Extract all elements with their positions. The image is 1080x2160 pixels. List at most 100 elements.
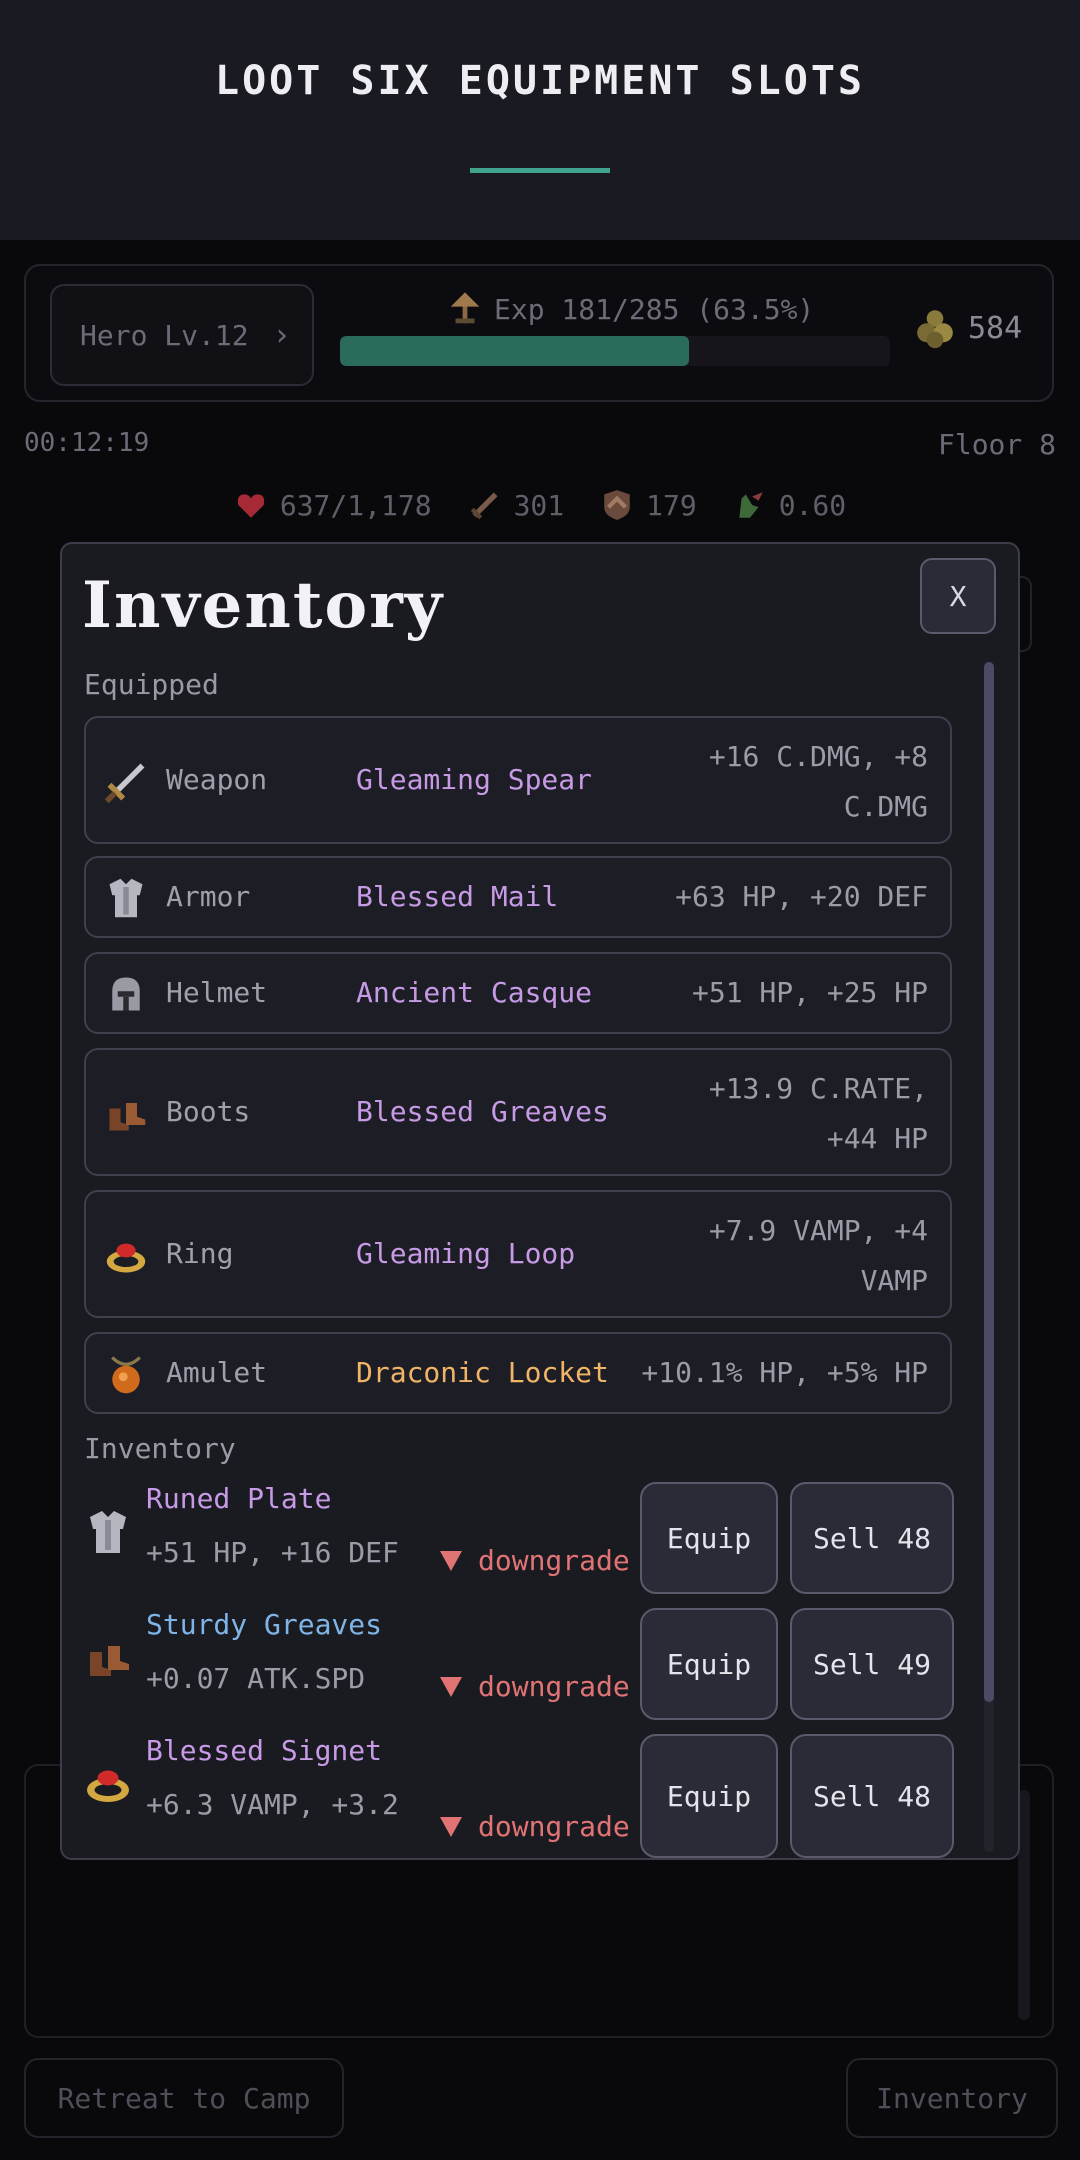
- hero-stats-row: 637/1,178 301 179 0.60: [0, 488, 1080, 522]
- level-up-icon: [450, 292, 480, 324]
- sell-button[interactable]: Sell 48: [790, 1482, 954, 1594]
- modal-title: Inventory: [82, 568, 445, 643]
- equipped-slot-helmet[interactable]: Helmet Ancient Casque +51 HP, +25 HP: [84, 952, 952, 1034]
- item-stats-line: C.DMG: [843, 790, 928, 823]
- helmet-icon: [112, 977, 140, 1011]
- title-bar: LOOT SIX EQUIPMENT SLOTS: [0, 0, 1080, 240]
- hp-stat: 637/1,178: [234, 488, 432, 522]
- ring-icon: [87, 1770, 129, 1802]
- defense-value: 179: [646, 488, 697, 522]
- attack-value: 301: [513, 488, 565, 522]
- slot-label: Helmet: [166, 976, 268, 1009]
- equipped-slot-armor[interactable]: Armor Blessed Mail +63 HP, +20 DEF: [84, 856, 952, 938]
- item-name: Gleaming Spear: [356, 763, 593, 796]
- equip-button[interactable]: Equip: [640, 1482, 778, 1594]
- exp-progress-bar: [340, 336, 890, 366]
- exp-progress-fill: [340, 336, 690, 366]
- coin-sack-icon: [917, 310, 953, 349]
- item-name: Blessed Mail: [356, 880, 559, 913]
- inventory-section-label: Inventory: [84, 1432, 236, 1465]
- item-stats-line: +51 HP, +25 HP: [691, 976, 928, 1009]
- exp-text: Exp 181/285 (63.5%): [494, 292, 815, 326]
- page-title: LOOT SIX EQUIPMENT SLOTS: [215, 58, 865, 104]
- downgrade-indicator: downgrade: [440, 1544, 630, 1577]
- speed-value: 0.60: [778, 488, 847, 522]
- down-arrow-icon: [440, 1816, 462, 1837]
- item-stats: +10.1% HP, +5% HP: [641, 1348, 928, 1398]
- heart-icon: [237, 494, 265, 518]
- wing-boot-icon: [739, 492, 763, 518]
- gold-counter: 584: [916, 306, 1022, 350]
- inventory-item-name: Blessed Signet: [146, 1734, 383, 1767]
- item-stats-line: +44 HP: [826, 1122, 928, 1155]
- item-name: Gleaming Loop: [356, 1237, 576, 1270]
- retreat-to-camp-button[interactable]: Retreat to Camp: [24, 2058, 344, 2138]
- equipped-slot-amulet[interactable]: Amulet Draconic Locket +10.1% HP, +5% HP: [84, 1332, 952, 1414]
- sword-icon: [470, 492, 498, 520]
- item-stats-line: +7.9 VAMP, +4: [708, 1214, 928, 1247]
- speed-stat: 0.60: [733, 488, 846, 522]
- down-arrow-icon: [440, 1550, 462, 1571]
- equipped-slot-weapon[interactable]: Weapon Gleaming Spear +16 C.DMG, +8 C.DM…: [84, 716, 952, 844]
- inventory-item-stats: +0.07 ATK.SPD: [146, 1662, 366, 1695]
- slot-label: Ring: [166, 1237, 234, 1270]
- status-panel: Hero Lv.12 › Exp 181/285 (63.5%) 584: [24, 264, 1054, 402]
- slot-label: Amulet: [166, 1356, 268, 1389]
- inventory-button[interactable]: Inventory: [846, 2058, 1058, 2138]
- item-stats-line: VAMP: [860, 1264, 928, 1297]
- inventory-item-stats: +6.3 VAMP, +3.2: [146, 1788, 399, 1821]
- item-stats: +51 HP, +25 HP: [692, 968, 928, 1018]
- inventory-item: Sturdy Greaves +0.07 ATK.SPD downgrade E…: [84, 1608, 954, 1732]
- floor-indicator: Floor 8: [937, 428, 1056, 461]
- sword-icon: [104, 763, 145, 804]
- boots-icon: [90, 1646, 129, 1676]
- hp-value: 637/1,178: [279, 488, 432, 522]
- downgrade-indicator: downgrade: [440, 1670, 630, 1703]
- shield-icon: [604, 490, 630, 520]
- close-button[interactable]: X: [920, 558, 996, 634]
- chestplate-icon: [90, 1511, 126, 1553]
- down-arrow-icon: [440, 1676, 462, 1697]
- item-stats-line: +10.1% HP, +5% HP: [641, 1356, 928, 1389]
- equip-button[interactable]: Equip: [640, 1734, 778, 1858]
- inventory-modal: Inventory X Equipped Weapon Gleaming Spe…: [60, 542, 1020, 1860]
- chestplate-icon: [109, 878, 143, 918]
- equipped-slot-boots[interactable]: Boots Blessed Greaves +13.9 C.RATE, +44 …: [84, 1048, 952, 1176]
- run-timer: 00:12:19: [24, 428, 150, 458]
- gold-amount: 584: [968, 310, 1023, 346]
- inventory-item: Blessed Signet +6.3 VAMP, +3.2 downgrade…: [84, 1734, 954, 1858]
- compare-label: downgrade: [478, 1670, 630, 1703]
- item-stats-line: +16 C.DMG, +8: [708, 740, 928, 773]
- compare-label: downgrade: [478, 1544, 630, 1577]
- equipped-section-label: Equipped: [84, 668, 219, 701]
- inventory-item-name: Sturdy Greaves: [146, 1608, 383, 1641]
- chevron-right-icon: ›: [272, 317, 291, 353]
- slot-label: Weapon: [166, 763, 268, 796]
- item-stats-line: +63 HP, +20 DEF: [675, 880, 928, 913]
- hero-level-button[interactable]: Hero Lv.12 ›: [50, 284, 314, 386]
- equip-button[interactable]: Equip: [640, 1608, 778, 1720]
- inventory-item-name: Runed Plate: [146, 1482, 332, 1515]
- sell-button[interactable]: Sell 49: [790, 1608, 954, 1720]
- item-stats: +7.9 VAMP, +4 VAMP: [709, 1206, 928, 1306]
- item-stats: +16 C.DMG, +8 C.DMG: [709, 732, 928, 832]
- item-stats-line: +13.9 C.RATE,: [708, 1072, 928, 1105]
- defense-stat: 179: [600, 488, 697, 522]
- attack-stat: 301: [468, 488, 565, 522]
- item-name: Blessed Greaves: [356, 1095, 609, 1128]
- boots-icon: [109, 1103, 146, 1131]
- slot-label: Boots: [166, 1095, 251, 1128]
- item-name: Draconic Locket: [356, 1356, 609, 1389]
- sell-button[interactable]: Sell 48: [790, 1734, 954, 1858]
- slot-label: Armor: [166, 880, 251, 913]
- inventory-item-stats: +51 HP, +16 DEF: [146, 1536, 399, 1569]
- compare-label: downgrade: [478, 1810, 630, 1843]
- title-underline: [470, 168, 610, 173]
- item-name: Ancient Casque: [356, 976, 593, 1009]
- item-stats: +63 HP, +20 DEF: [675, 872, 928, 922]
- modal-scrollbar-thumb[interactable]: [984, 662, 994, 1702]
- hero-level-label: Hero Lv.12: [80, 318, 249, 352]
- amulet-icon: [111, 1356, 141, 1394]
- ring-icon: [106, 1243, 146, 1273]
- equipped-slot-ring[interactable]: Ring Gleaming Loop +7.9 VAMP, +4 VAMP: [84, 1190, 952, 1318]
